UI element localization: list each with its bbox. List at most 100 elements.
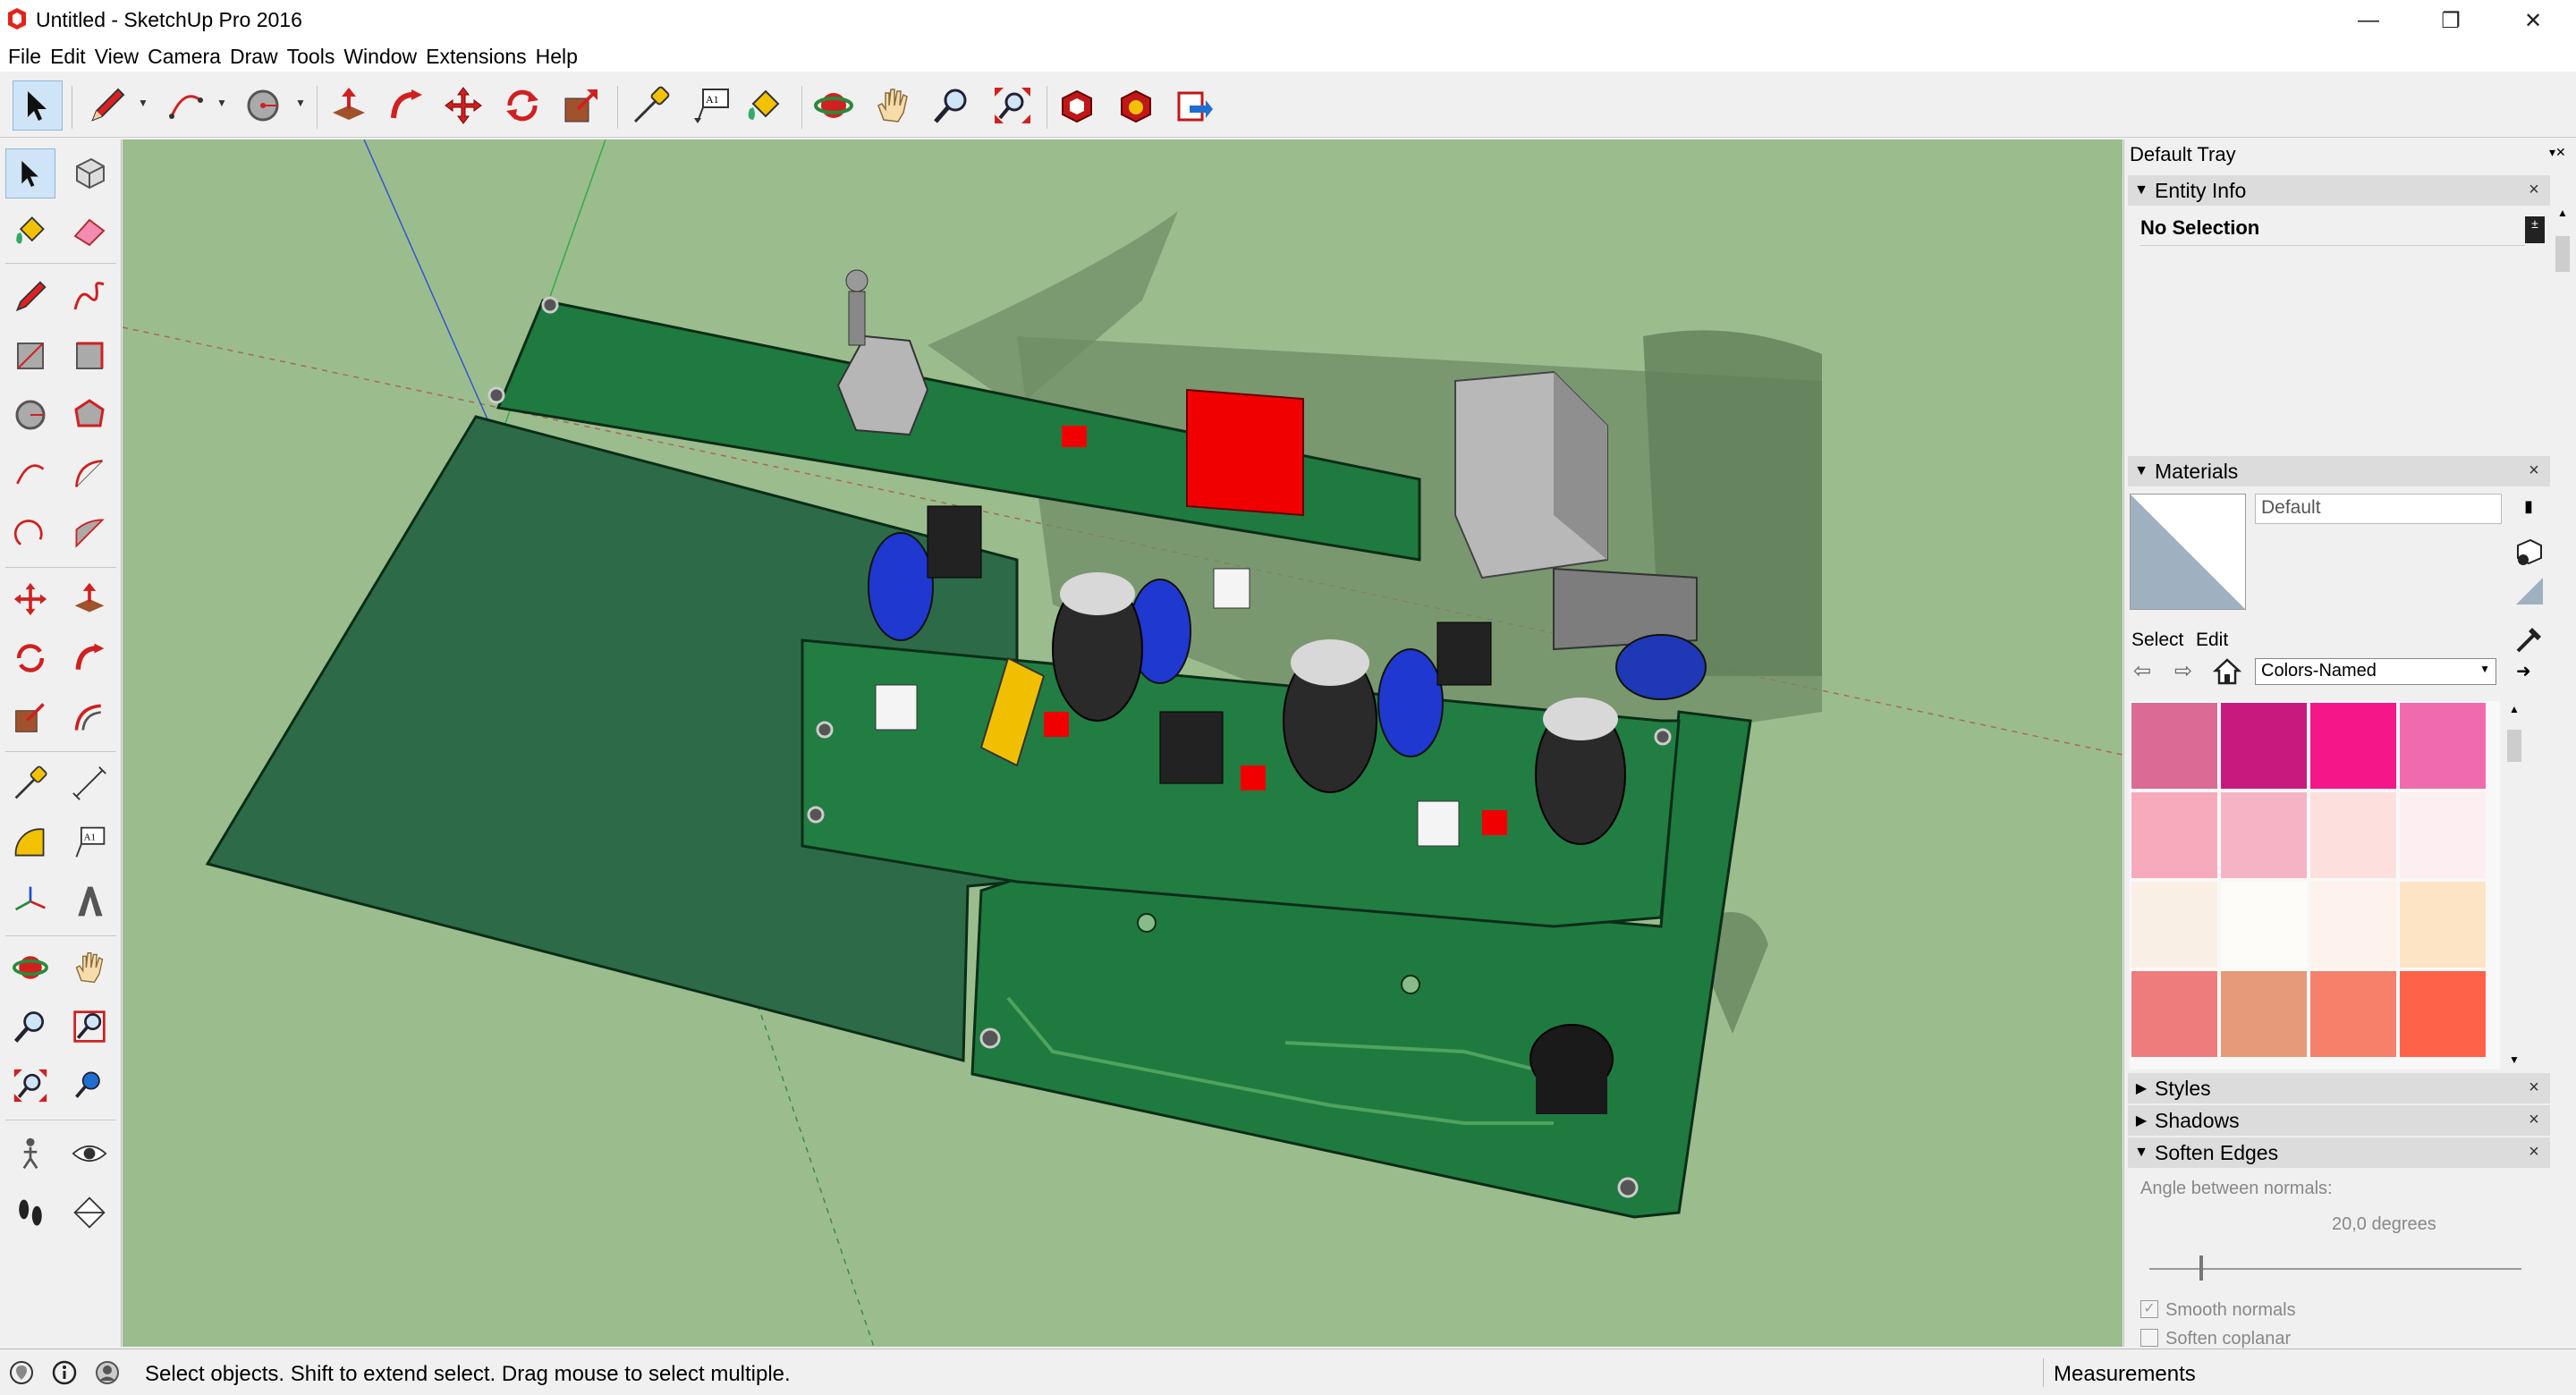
tab-select[interactable]: Select: [2131, 630, 2183, 651]
move-tool-button[interactable]: [438, 80, 488, 131]
material-swatch[interactable]: [2131, 882, 2217, 968]
line-dropdown-icon[interactable]: ▼: [138, 97, 148, 113]
material-swatch[interactable]: [2221, 971, 2307, 1057]
two-point-arc-button[interactable]: [64, 449, 114, 499]
paint-bucket-button[interactable]: [739, 80, 789, 131]
shape-dropdown-icon[interactable]: ▼: [295, 97, 306, 113]
paint-bucket-button[interactable]: [5, 206, 55, 256]
menu-edit[interactable]: Edit: [47, 41, 92, 72]
walk-tool-button[interactable]: [5, 1188, 55, 1238]
close-button[interactable]: ✕: [2492, 0, 2574, 41]
material-swatch[interactable]: [2131, 792, 2217, 878]
user-account-icon[interactable]: [95, 1360, 120, 1385]
circle-tool-button[interactable]: [5, 390, 55, 440]
create-material-icon[interactable]: [2514, 537, 2545, 567]
menu-file[interactable]: File: [5, 41, 47, 72]
position-camera-button[interactable]: [5, 1129, 55, 1179]
menu-help[interactable]: Help: [533, 41, 584, 72]
material-library-select[interactable]: Colors-Named ▼: [2255, 658, 2496, 685]
orbit-tool-button[interactable]: [809, 80, 859, 131]
zoom-extents-button[interactable]: [5, 1061, 55, 1111]
menu-draw[interactable]: Draw: [227, 41, 284, 72]
material-swatch[interactable]: [2400, 971, 2486, 1057]
extension-warehouse-button[interactable]: [1111, 80, 1161, 131]
smooth-normals-checkbox[interactable]: ✓: [2140, 1300, 2158, 1318]
material-swatch[interactable]: [2131, 971, 2217, 1057]
section-plane-button[interactable]: [64, 1188, 114, 1238]
tray-scrollbar[interactable]: [2552, 207, 2573, 1253]
follow-me-button[interactable]: [64, 633, 114, 683]
menu-extensions[interactable]: Extensions: [423, 41, 533, 72]
default-material-icon[interactable]: [2514, 576, 2545, 606]
push-pull-button[interactable]: [64, 574, 114, 624]
eraser-tool-button[interactable]: [64, 206, 114, 256]
restore-button[interactable]: ❐: [2410, 0, 2492, 41]
zoom-window-button[interactable]: [64, 1002, 114, 1052]
tray-menu-icon[interactable]: ▾✕: [2549, 145, 2567, 163]
close-panel-icon[interactable]: ×: [2523, 1110, 2545, 1131]
polygon-tool-button[interactable]: [64, 390, 114, 440]
material-swatch[interactable]: [2310, 703, 2396, 789]
scroll-thumb[interactable]: [2507, 730, 2521, 762]
zoom-tool-button[interactable]: [5, 1002, 55, 1052]
minimize-button[interactable]: —: [2327, 0, 2410, 41]
geo-location-icon[interactable]: [9, 1360, 34, 1385]
scroll-thumb[interactable]: [2555, 236, 2570, 272]
material-swatch[interactable]: [2221, 703, 2307, 789]
pan-tool-button[interactable]: [64, 943, 114, 993]
previous-view-button[interactable]: [64, 1061, 114, 1111]
axes-tool-button[interactable]: [5, 876, 55, 926]
offset-tool-button[interactable]: [64, 692, 114, 742]
rectangle-tool-button[interactable]: [5, 331, 55, 381]
three-point-arc-button[interactable]: [5, 508, 55, 558]
select-tool-button[interactable]: [5, 148, 55, 199]
pan-tool-button[interactable]: [868, 80, 918, 131]
close-panel-icon[interactable]: ×: [2523, 461, 2545, 482]
material-swatch[interactable]: [2221, 792, 2307, 878]
menu-view[interactable]: View: [92, 41, 145, 72]
tape-measure-button[interactable]: [5, 758, 55, 808]
scale-tool-button[interactable]: [556, 80, 606, 131]
zoom-tool-button[interactable]: [927, 80, 977, 131]
dimension-tool-button[interactable]: [64, 758, 114, 808]
make-component-button[interactable]: [64, 148, 114, 199]
details-arrow-icon[interactable]: ➜: [2516, 660, 2543, 687]
look-around-button[interactable]: [64, 1129, 114, 1179]
measurements-input[interactable]: [2218, 1357, 2567, 1389]
shadows-header[interactable]: ▶ Shadows ×: [2128, 1105, 2550, 1136]
close-panel-icon[interactable]: ×: [2523, 1078, 2545, 1099]
home-icon[interactable]: [2212, 656, 2242, 687]
material-swatch[interactable]: [2310, 882, 2396, 968]
material-swatch[interactable]: [2400, 792, 2486, 878]
details-toggle-icon[interactable]: ±: [2525, 216, 2545, 243]
shape-tool-button[interactable]: [238, 80, 288, 131]
close-panel-icon[interactable]: ×: [2523, 180, 2545, 201]
arc-dropdown-icon[interactable]: ▼: [216, 97, 227, 113]
material-swatch[interactable]: [2131, 703, 2217, 789]
info-icon[interactable]: [52, 1360, 77, 1385]
line-tool-button[interactable]: [82, 80, 132, 131]
angle-slider-handle[interactable]: [2199, 1256, 2203, 1281]
styles-header[interactable]: ▶ Styles ×: [2128, 1073, 2550, 1103]
soften-coplanar-checkbox[interactable]: [2140, 1329, 2158, 1347]
follow-me-button[interactable]: [381, 80, 431, 131]
angle-slider-track[interactable]: [2149, 1268, 2521, 1270]
3d-text-button[interactable]: [64, 876, 114, 926]
3d-viewport[interactable]: [123, 140, 2123, 1347]
forward-arrow-icon[interactable]: ⇨: [2174, 658, 2201, 685]
tab-edit[interactable]: Edit: [2196, 630, 2228, 651]
text-tool-button[interactable]: A1: [64, 817, 114, 867]
text-tool-button[interactable]: A1: [687, 80, 737, 131]
line-tool-button[interactable]: [5, 272, 55, 322]
entity-info-header[interactable]: ▼ Entity Info ×: [2128, 175, 2550, 206]
pie-tool-button[interactable]: [64, 508, 114, 558]
arc-tool-button[interactable]: [161, 80, 211, 131]
material-swatch[interactable]: [2221, 882, 2307, 968]
move-tool-button[interactable]: [5, 574, 55, 624]
menu-window[interactable]: Window: [341, 41, 423, 72]
scroll-up-icon[interactable]: ▲: [2507, 703, 2521, 715]
3d-warehouse-button[interactable]: [1052, 80, 1102, 131]
menu-tools[interactable]: Tools: [284, 41, 342, 72]
orbit-tool-button[interactable]: [5, 943, 55, 993]
sample-paint-icon[interactable]: [2514, 624, 2545, 655]
